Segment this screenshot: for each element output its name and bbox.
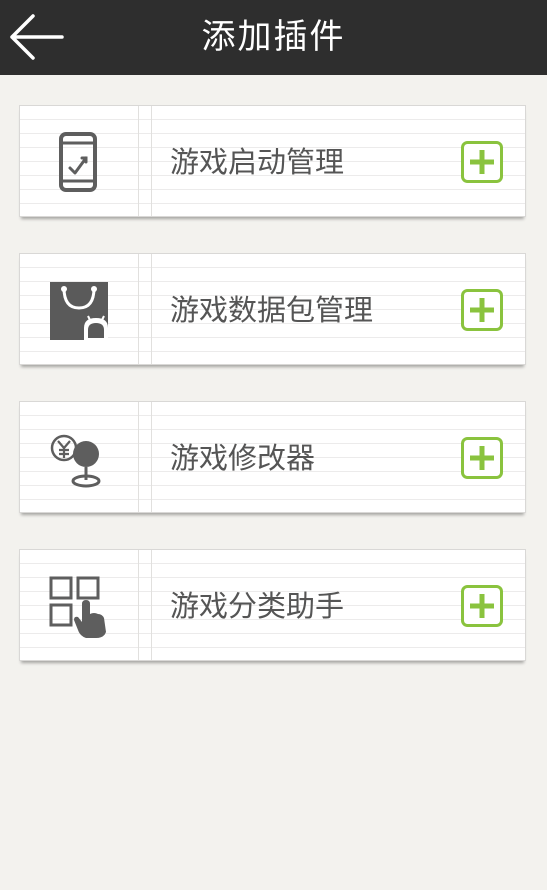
divider — [138, 550, 139, 660]
plugin-item-launch-manager[interactable]: 游戏启动管理 — [19, 105, 526, 217]
divider — [138, 106, 139, 216]
page-title: 添加插件 — [201, 17, 346, 57]
plus-icon[interactable] — [461, 289, 503, 331]
plugin-item-package-manager[interactable]: 游戏数据包管理 — [19, 253, 526, 365]
divider — [151, 254, 152, 364]
game-modifier-icon — [50, 434, 101, 488]
top-bar: 添加插件 — [0, 0, 547, 75]
package-bag-icon — [50, 282, 108, 340]
plugin-list: 游戏启动管理 游戏数据包管理 游戏修改器 游戏分类助手 — [19, 105, 526, 697]
plugin-label: 游戏启动管理 — [170, 145, 345, 179]
category-grid-icon — [49, 576, 106, 638]
plugin-label: 游戏分类助手 — [170, 589, 345, 623]
divider — [151, 402, 152, 512]
divider — [138, 254, 139, 364]
plugin-item-category-helper[interactable]: 游戏分类助手 — [19, 549, 526, 661]
phone-launch-icon — [59, 132, 97, 192]
plugin-label: 游戏数据包管理 — [170, 293, 374, 327]
divider — [138, 402, 139, 512]
plugin-label: 游戏修改器 — [170, 441, 316, 475]
plugin-item-game-modifier[interactable]: 游戏修改器 — [19, 401, 526, 513]
plus-icon[interactable] — [461, 437, 503, 479]
divider — [151, 550, 152, 660]
plus-icon[interactable] — [461, 585, 503, 627]
plus-icon[interactable] — [461, 141, 503, 183]
divider — [151, 106, 152, 216]
